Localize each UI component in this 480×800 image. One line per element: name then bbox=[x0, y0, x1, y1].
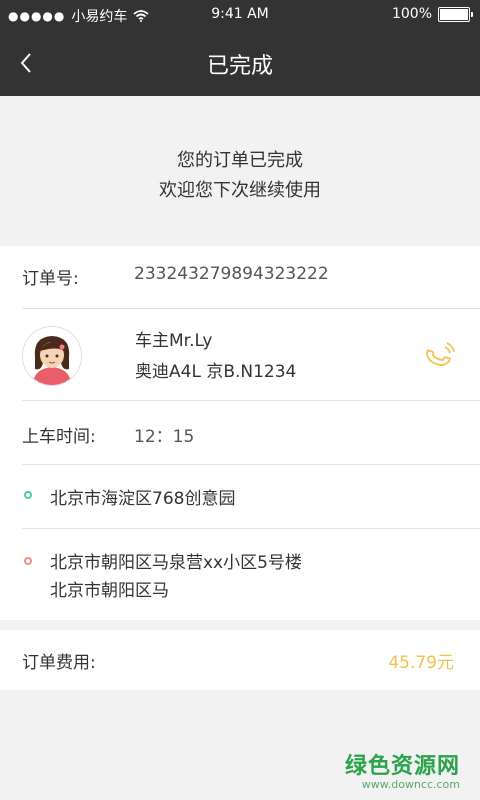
completion-line-2: 欢迎您下次继续使用 bbox=[159, 180, 321, 201]
divider bbox=[22, 400, 480, 401]
pickup-time-label: 上车时间: bbox=[22, 427, 96, 447]
status-bar: ●●●●● 小易约车 9:41 AM 100% bbox=[0, 0, 480, 30]
battery-percent: 100% bbox=[391, 6, 432, 22]
completion-line-1: 您的订单已完成 bbox=[177, 150, 303, 171]
divider bbox=[22, 464, 480, 465]
pickup-time-row: 上车时间: 12：15 bbox=[22, 422, 480, 450]
status-right: 100% bbox=[391, 6, 473, 22]
driver-car-row: 奥迪A4L 京B.N1234 bbox=[22, 357, 480, 387]
order-number-label: 订单号: bbox=[22, 269, 79, 289]
battery-icon bbox=[438, 6, 473, 22]
header: ●●●●● 小易约车 9:41 AM 100% 已完成 bbox=[0, 0, 480, 96]
start-address: 北京市海淀区768创意园 bbox=[50, 489, 236, 509]
divider bbox=[22, 308, 480, 309]
start-address-row: 北京市海淀区768创意园 bbox=[22, 484, 480, 512]
driver-avatar bbox=[22, 326, 82, 386]
fee-card: 订单费用: 45.79元 bbox=[0, 630, 480, 690]
end-address-row-2: 北京市朝阳区马 bbox=[22, 576, 480, 604]
order-details-card: 订单号: 233243279894323222 车主Mr.Ly 奥迪A4L 京B… bbox=[0, 246, 480, 620]
fee-value: 45.79元 bbox=[388, 653, 454, 673]
nav-bar: 已完成 bbox=[0, 30, 480, 96]
pickup-time-value: 12：15 bbox=[134, 427, 195, 447]
end-address-row: 北京市朝阳区马泉营xx小区5号楼 bbox=[22, 548, 480, 576]
phone-icon bbox=[426, 342, 455, 367]
watermark-logo-text: 绿色资源网 bbox=[344, 754, 460, 779]
completion-message: 您的订单已完成 欢迎您下次继续使用 bbox=[0, 146, 480, 206]
divider bbox=[22, 528, 480, 529]
driver-name: 车主Mr.Ly bbox=[135, 331, 213, 351]
order-number-value: 233243279894323222 bbox=[134, 264, 329, 284]
driver-car-info: 奥迪A4L 京B.N1234 bbox=[135, 362, 297, 382]
avatar-image bbox=[23, 327, 81, 385]
page-title: 已完成 bbox=[206, 54, 273, 79]
watermark-url: www.downcc.com bbox=[361, 778, 460, 791]
watermark: 绿色资源网 www.downcc.com bbox=[345, 748, 460, 791]
end-address-line-2: 北京市朝阳区马 bbox=[50, 581, 169, 601]
fee-label: 订单费用: bbox=[22, 653, 96, 673]
order-number-row: 订单号: 233243279894323222 bbox=[22, 264, 480, 292]
call-driver-button[interactable] bbox=[420, 336, 460, 376]
end-address-line-1: 北京市朝阳区马泉营xx小区5号楼 bbox=[50, 553, 302, 573]
driver-name-row: 车主Mr.Ly bbox=[22, 326, 480, 356]
